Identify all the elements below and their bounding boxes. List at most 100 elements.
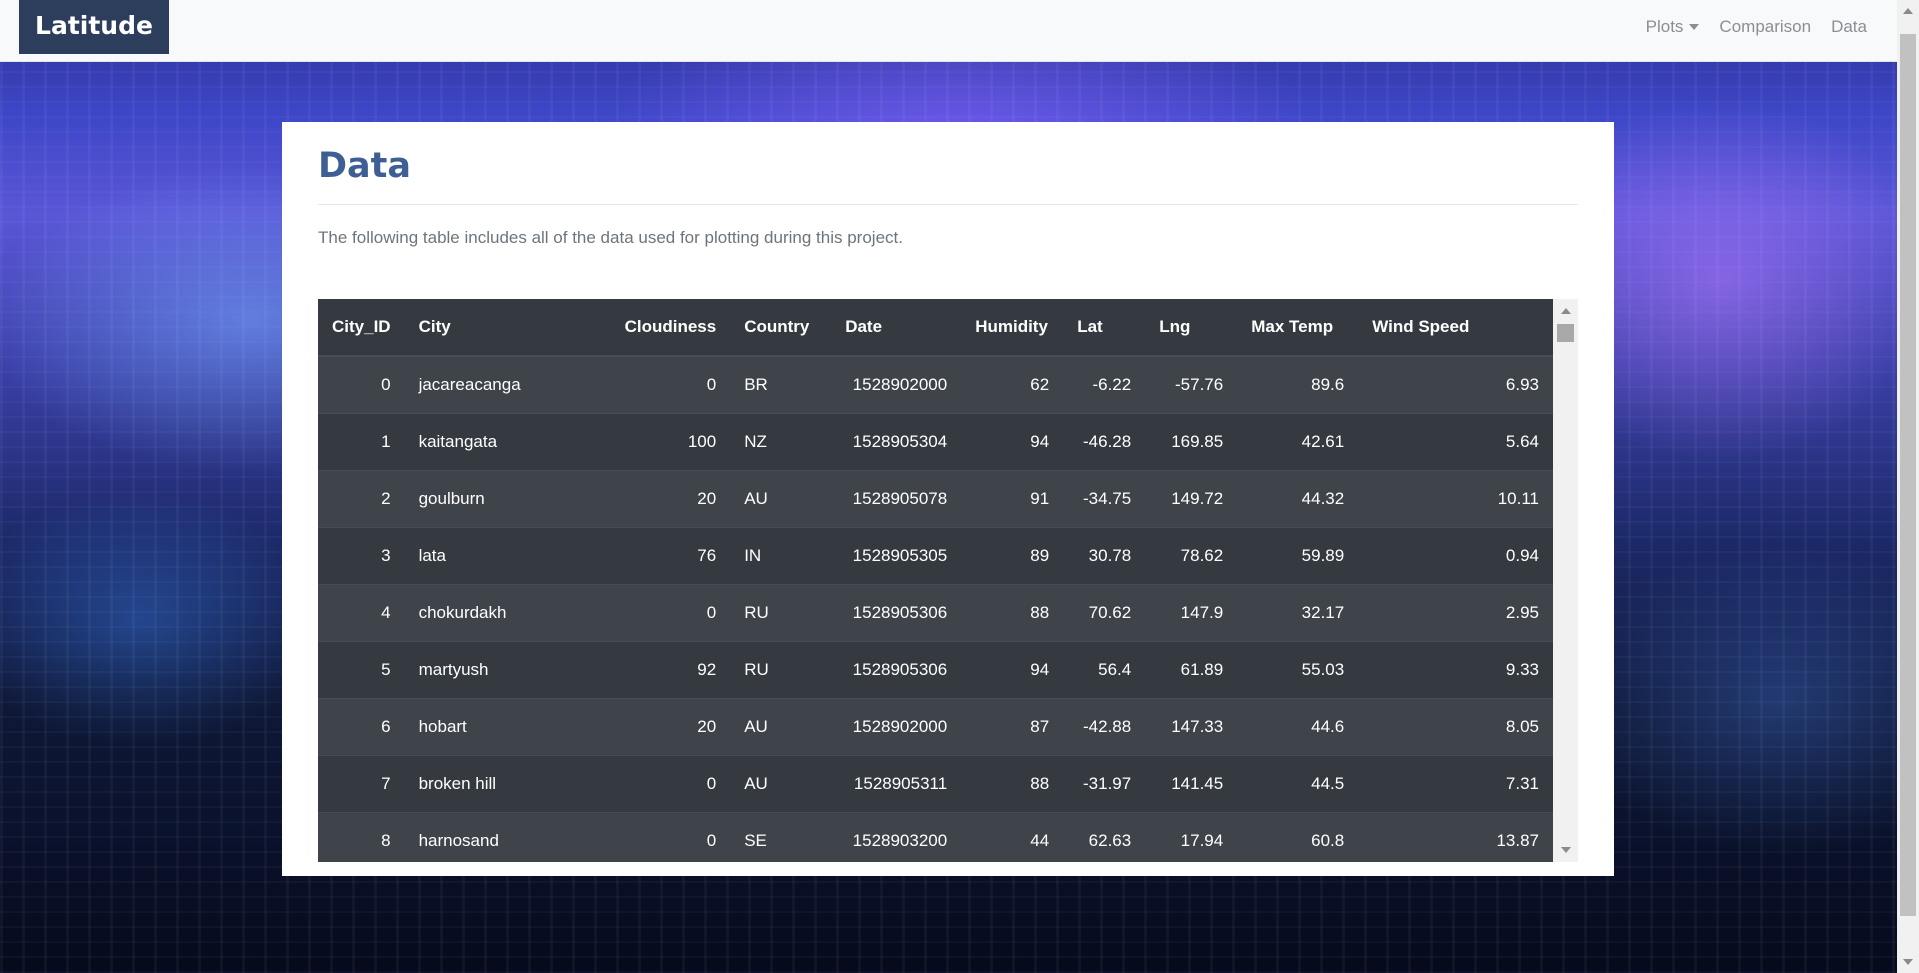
scroll-down-arrow-icon[interactable] bbox=[1561, 847, 1571, 853]
header-humidity[interactable]: Humidity bbox=[961, 299, 1064, 357]
cell-city: martyush bbox=[404, 641, 611, 699]
cell-max-temp: 44.6 bbox=[1237, 698, 1359, 756]
navbar: Latitude Plots Comparison Data bbox=[0, 0, 1897, 62]
cell-humidity: 44 bbox=[961, 812, 1064, 862]
cell-country: BR bbox=[730, 355, 832, 414]
cell-date: 1528905306 bbox=[831, 641, 962, 699]
cell-lng: 147.33 bbox=[1145, 698, 1238, 756]
cell-humidity: 89 bbox=[961, 527, 1064, 585]
nav-plots-dropdown[interactable]: Plots bbox=[1646, 17, 1700, 37]
cell-max-temp: 89.6 bbox=[1237, 355, 1359, 414]
cell-date: 1528902000 bbox=[831, 355, 962, 414]
table-body: 0 jacareacanga 0 BR 1528902000 62 -6.22 -57.76 8… bbox=[318, 355, 1553, 862]
data-table-container[interactable]: City_ID City Cloudiness Country Date Hum… bbox=[318, 299, 1578, 862]
table-row: 8 harnosand 0 SE 1528903200 44 62.63 17.94 60.8 1… bbox=[318, 812, 1553, 862]
nav-comparison-link[interactable]: Comparison bbox=[1719, 17, 1811, 37]
cell-lng: -57.76 bbox=[1145, 355, 1238, 414]
cell-lng: 61.89 bbox=[1145, 641, 1238, 699]
cell-city-id: 8 bbox=[318, 812, 405, 862]
page-scroll-down-arrow-icon[interactable] bbox=[1903, 959, 1913, 965]
cell-cloudiness: 92 bbox=[610, 641, 731, 699]
page-scrollbar[interactable] bbox=[1897, 0, 1919, 973]
cell-cloudiness: 100 bbox=[610, 413, 731, 471]
cell-lat: -34.75 bbox=[1063, 470, 1146, 528]
cell-country: IN bbox=[730, 527, 832, 585]
title-divider bbox=[318, 204, 1578, 205]
nav-data-link[interactable]: Data bbox=[1831, 17, 1867, 37]
table-row: 5 martyush 92 RU 1528905306 94 56.4 61.89 55.03 9… bbox=[318, 641, 1553, 699]
page-scroll-thumb[interactable] bbox=[1900, 34, 1916, 916]
cell-country: RU bbox=[730, 584, 832, 642]
cell-date: 1528903200 bbox=[831, 812, 962, 862]
cell-wind-speed: 5.64 bbox=[1358, 413, 1553, 471]
header-wind-speed[interactable]: Wind Speed bbox=[1358, 299, 1553, 357]
header-max-temp[interactable]: Max Temp bbox=[1237, 299, 1359, 357]
cell-humidity: 94 bbox=[961, 413, 1064, 471]
cell-date: 1528905311 bbox=[831, 755, 962, 813]
header-country[interactable]: Country bbox=[730, 299, 832, 357]
cell-wind-speed: 10.11 bbox=[1358, 470, 1553, 528]
cell-cloudiness: 20 bbox=[610, 470, 731, 528]
page-scroll-up-arrow-icon[interactable] bbox=[1903, 8, 1913, 14]
scroll-up-arrow-icon[interactable] bbox=[1561, 308, 1571, 314]
header-lng[interactable]: Lng bbox=[1145, 299, 1238, 357]
cell-humidity: 62 bbox=[961, 355, 1064, 414]
table-scrollbar[interactable] bbox=[1553, 299, 1578, 862]
cell-lat: -46.28 bbox=[1063, 413, 1146, 471]
cell-cloudiness: 0 bbox=[610, 355, 731, 414]
cell-country: AU bbox=[730, 755, 832, 813]
cell-city-id: 0 bbox=[318, 355, 405, 414]
cell-lat: 62.63 bbox=[1063, 812, 1146, 862]
cell-country: AU bbox=[730, 698, 832, 756]
header-date[interactable]: Date bbox=[831, 299, 962, 357]
nav-links: Plots Comparison Data bbox=[1646, 0, 1867, 54]
table-row: 6 hobart 20 AU 1528902000 87 -42.88 147.33 44.6 8… bbox=[318, 698, 1553, 756]
cell-city: chokurdakh bbox=[404, 584, 611, 642]
cell-date: 1528905078 bbox=[831, 470, 962, 528]
header-cloudiness[interactable]: Cloudiness bbox=[610, 299, 731, 357]
cell-max-temp: 32.17 bbox=[1237, 584, 1359, 642]
cell-cloudiness: 0 bbox=[610, 584, 731, 642]
cell-lat: -31.97 bbox=[1063, 755, 1146, 813]
cell-max-temp: 44.5 bbox=[1237, 755, 1359, 813]
cell-wind-speed: 9.33 bbox=[1358, 641, 1553, 699]
cell-lng: 17.94 bbox=[1145, 812, 1238, 862]
cell-cloudiness: 0 bbox=[610, 812, 731, 862]
nav-plots-label: Plots bbox=[1645, 17, 1684, 36]
cell-lat: 70.62 bbox=[1063, 584, 1146, 642]
cell-date: 1528905305 bbox=[831, 527, 962, 585]
cell-cloudiness: 20 bbox=[610, 698, 731, 756]
cell-city: jacareacanga bbox=[404, 355, 611, 414]
cell-city: kaitangata bbox=[404, 413, 611, 471]
cell-max-temp: 60.8 bbox=[1237, 812, 1359, 862]
cell-lat: 30.78 bbox=[1063, 527, 1146, 585]
cell-max-temp: 44.32 bbox=[1237, 470, 1359, 528]
cell-city: goulburn bbox=[404, 470, 611, 528]
cell-date: 1528905304 bbox=[831, 413, 962, 471]
brand-logo[interactable]: Latitude bbox=[19, 0, 169, 54]
cell-wind-speed: 0.94 bbox=[1358, 527, 1553, 585]
page-title: Data bbox=[318, 146, 412, 186]
cell-cloudiness: 76 bbox=[610, 527, 731, 585]
cell-city-id: 7 bbox=[318, 755, 405, 813]
page-description: The following table includes all of the … bbox=[318, 228, 903, 247]
table-scroll-thumb[interactable] bbox=[1557, 324, 1574, 342]
header-city-id[interactable]: City_ID bbox=[318, 299, 405, 357]
data-table: City_ID City Cloudiness Country Date Hum… bbox=[318, 299, 1553, 862]
cell-country: SE bbox=[730, 812, 832, 862]
cell-city: lata bbox=[404, 527, 611, 585]
cell-city-id: 5 bbox=[318, 641, 405, 699]
cell-max-temp: 59.89 bbox=[1237, 527, 1359, 585]
header-lat[interactable]: Lat bbox=[1063, 299, 1146, 357]
cell-city-id: 4 bbox=[318, 584, 405, 642]
cell-city-id: 1 bbox=[318, 413, 405, 471]
caret-down-icon bbox=[1689, 24, 1700, 30]
cell-city: hobart bbox=[404, 698, 611, 756]
cell-date: 1528905306 bbox=[831, 584, 962, 642]
header-city[interactable]: City bbox=[404, 299, 611, 357]
cell-humidity: 91 bbox=[961, 470, 1064, 528]
cell-max-temp: 42.61 bbox=[1237, 413, 1359, 471]
cell-country: NZ bbox=[730, 413, 832, 471]
cell-wind-speed: 8.05 bbox=[1358, 698, 1553, 756]
content-panel: Data The following table includes all of… bbox=[282, 122, 1614, 876]
